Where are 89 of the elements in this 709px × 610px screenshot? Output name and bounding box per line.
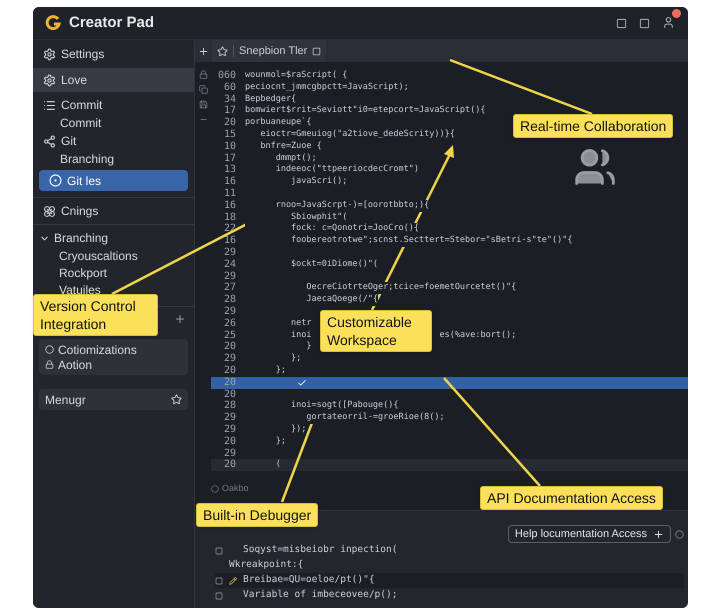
- callout-label: Customizable Workspace: [320, 310, 432, 352]
- tab-icon: [312, 46, 322, 56]
- tree-header[interactable]: Branching: [33, 229, 194, 247]
- circle-icon: [45, 345, 54, 354]
- sidebar-card[interactable]: Cotiomizations Aotion: [39, 339, 188, 375]
- sidebar-footer-item[interactable]: Menugr: [39, 389, 188, 410]
- star-icon[interactable]: [171, 394, 182, 405]
- lock-icon[interactable]: [198, 70, 208, 79]
- circle-icon[interactable]: [675, 530, 684, 538]
- window-icon[interactable]: [639, 18, 650, 28]
- line-number: 27: [222, 282, 236, 294]
- line-number: 17: [222, 152, 236, 164]
- list-icon: [43, 98, 56, 112]
- window-icon[interactable]: [616, 18, 627, 28]
- plus-icon: [653, 528, 664, 540]
- line-number: 29: [222, 306, 236, 318]
- line-number: 10: [222, 140, 236, 153]
- line-number: 11: [222, 188, 236, 200]
- sidebar-item[interactable]: Love: [33, 68, 194, 92]
- copy-icon[interactable]: [198, 85, 208, 94]
- line-number: 20: [222, 459, 236, 472]
- line-number: 60: [222, 82, 236, 94]
- sidebar-item[interactable]: Settings: [33, 44, 194, 64]
- line-number: 34: [222, 94, 236, 106]
- line-number: 29: [222, 424, 236, 436]
- status-text: Oakbo: [222, 482, 249, 496]
- line-number: 26: [222, 318, 236, 330]
- sidebar-item[interactable]: Branching: [33, 150, 194, 168]
- tree-item[interactable]: Cryouscaltions: [33, 247, 194, 264]
- line-number: 060: [216, 70, 236, 82]
- line-number: 25: [222, 330, 236, 342]
- debug-line: Variable of imbeceovee/p();: [243, 588, 398, 602]
- help-button[interactable]: Help locumentation Access: [508, 525, 671, 543]
- debug-line: Wkreakpoint:{: [229, 558, 304, 572]
- line-number: 20: [222, 376, 236, 389]
- gear-icon: [43, 74, 56, 86]
- line-number: 24: [222, 258, 236, 271]
- line-number: 29: [222, 270, 236, 282]
- flower-icon: [43, 204, 56, 218]
- callout-label: Version Control Integration: [33, 294, 158, 336]
- editor-tab[interactable]: Snepbion Tler: [212, 40, 326, 62]
- add-icon[interactable]: [174, 313, 186, 325]
- sidebar-item[interactable]: Commit: [33, 96, 194, 114]
- line-number: 29: [222, 353, 236, 365]
- gear-icon: [43, 48, 56, 60]
- star-icon: [217, 46, 228, 56]
- checkbox-icon[interactable]: [215, 576, 223, 584]
- debug-line: Breibae=QU=oeloe/pt()"{: [243, 573, 375, 588]
- callout-label: API Documentation Access: [480, 486, 663, 510]
- line-number: 20: [222, 364, 236, 377]
- line-number: 17: [222, 105, 236, 118]
- callout-label: Built-in Debugger: [196, 503, 318, 527]
- callout-label: Real-time Collaboration: [513, 114, 674, 138]
- sidebar-item[interactable]: Git: [33, 132, 194, 150]
- line-number: 20: [222, 388, 236, 400]
- lock-icon: [45, 360, 54, 369]
- checkbox-icon[interactable]: [215, 546, 223, 554]
- line-number: 29: [222, 246, 236, 259]
- line-number: 18: [222, 212, 236, 224]
- sidebar-section[interactable]: Cnings: [33, 198, 194, 224]
- line-number: 28: [222, 294, 236, 306]
- window-title: Creator Pad: [69, 12, 154, 33]
- add-icon[interactable]: [198, 46, 209, 56]
- line-number: 15: [222, 128, 236, 141]
- line-number: 16: [222, 176, 236, 188]
- line-number: 16: [222, 200, 236, 212]
- nodes-icon: [43, 134, 56, 148]
- pencil-icon: [229, 576, 237, 584]
- line-number: 20: [222, 117, 236, 129]
- line-number: 29: [222, 412, 236, 424]
- card-text: Cotiomizations: [58, 342, 137, 358]
- line-number: 16: [222, 235, 236, 247]
- save-icon[interactable]: [198, 100, 208, 109]
- tree-item[interactable]: Rockport: [33, 264, 194, 281]
- sidebar-item[interactable]: Commit: [33, 114, 194, 132]
- line-number: 28: [222, 400, 236, 412]
- ring-icon: [49, 174, 62, 187]
- check-icon: [297, 378, 307, 388]
- logo-icon: [45, 15, 61, 31]
- line-number: 20: [222, 341, 236, 354]
- card-text: Aotion: [58, 356, 92, 374]
- line-number: 13: [222, 164, 236, 176]
- status-icon: [211, 485, 219, 494]
- line-number: 29: [222, 448, 236, 460]
- line-number: 20: [222, 436, 236, 448]
- account-icon[interactable]: [662, 16, 675, 29]
- debug-line: Soqyst=misbeiobr inpection(: [243, 543, 398, 558]
- sidebar-item[interactable]: Git les: [39, 170, 188, 191]
- checkbox-icon[interactable]: [215, 592, 223, 600]
